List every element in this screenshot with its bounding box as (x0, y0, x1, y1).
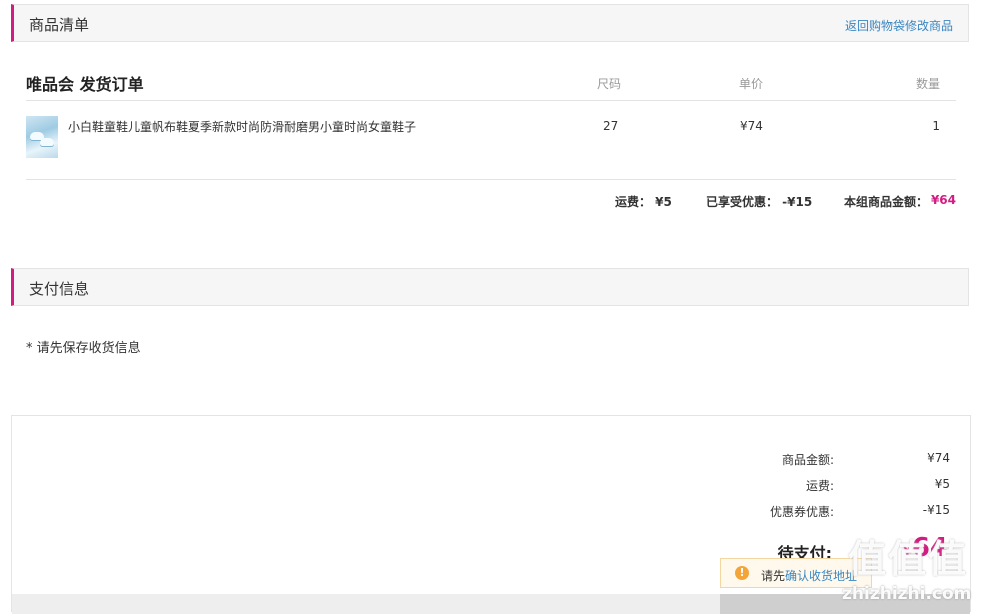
shipping-value: ¥5 (934, 477, 950, 491)
back-to-cart-link[interactable]: 返回购物袋修改商品 (845, 17, 953, 34)
product-price: ¥74 (740, 119, 763, 133)
watermark-url: zhizhizhi.com (842, 584, 972, 604)
save-address-notice: * 请先保存收货信息 (26, 341, 141, 356)
group-discount: 已享受优惠： -¥15 (706, 195, 813, 209)
shoe-image-part (40, 138, 54, 146)
group-total-label: 本组商品金额： (844, 195, 929, 209)
goods-list-title: 商品清单 (29, 16, 90, 34)
tooltip-prefix: 请先 (761, 569, 786, 583)
goods-amount-value: ¥74 (927, 451, 950, 465)
payment-info-header: 支付信息 (11, 268, 969, 306)
vendor-title: 唯品会 发货订单 (26, 75, 144, 94)
product-name-link[interactable]: 小白鞋童鞋儿童帆布鞋夏季新款时尚防滑耐磨男小童时尚女童鞋子 (68, 118, 416, 135)
order-group: 唯品会 发货订单 尺码 单价 数量 小白鞋童鞋儿童帆布鞋夏季新款时尚防滑耐磨男小… (26, 62, 956, 220)
goods-amount-label: 商品金额: (781, 453, 834, 467)
tooltip-text: 请先确认收货地址 (761, 567, 857, 584)
order-group-header: 唯品会 发货订单 尺码 单价 数量 (26, 62, 956, 101)
column-header-price: 单价 (739, 77, 764, 91)
column-header-qty: 数量 (915, 77, 940, 91)
column-header-size: 尺码 (597, 77, 622, 91)
product-size: 27 (603, 119, 619, 133)
group-total-value: ¥64 (930, 193, 956, 207)
product-qty: 1 (932, 119, 940, 133)
group-shipping: 运费： ¥5 (615, 195, 672, 209)
coupon-value: -¥15 (922, 503, 950, 517)
order-group-summary: 运费： ¥5 已享受优惠： -¥15 本组商品金额： ¥64 (26, 180, 956, 220)
product-thumbnail[interactable] (26, 116, 58, 158)
payment-info-title: 支付信息 (29, 280, 90, 298)
watermark-logo: 值值值 (848, 537, 969, 581)
warning-icon: ! (735, 566, 749, 580)
confirm-address-link[interactable]: 确认收货地址 (785, 569, 857, 583)
goods-list-header: 商品清单 返回购物袋修改商品 (11, 4, 969, 42)
table-row: 小白鞋童鞋儿童帆布鞋夏季新款时尚防滑耐磨男小童时尚女童鞋子 27 ¥74 1 (26, 101, 956, 180)
coupon-label: 优惠券优惠: (769, 505, 834, 519)
shipping-label: 运费: (805, 479, 834, 493)
